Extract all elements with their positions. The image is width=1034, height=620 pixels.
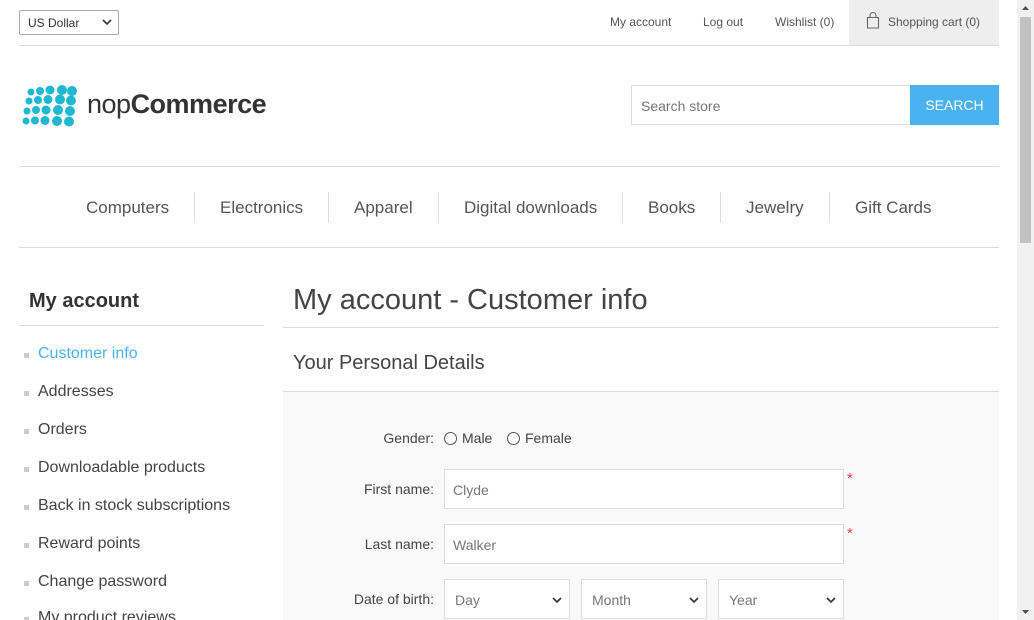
scroll-down-arrow-icon[interactable] — [1017, 603, 1034, 620]
dob-month-select[interactable]: Month — [581, 579, 707, 619]
menu-item-apparel[interactable]: Apparel — [354, 198, 413, 218]
gender-male-radio[interactable] — [444, 432, 457, 445]
sidebar-item-label: Change password — [38, 573, 167, 590]
sidebar-item-label: Orders — [38, 421, 87, 438]
sidebar-item-label: Addresses — [38, 383, 114, 400]
search-button[interactable]: SEARCH — [910, 85, 999, 125]
shopping-cart-link[interactable]: Shopping cart (0) — [849, 0, 999, 45]
bullet-icon — [24, 429, 29, 434]
sidebar-item-label: Downloadable products — [38, 459, 206, 476]
log-out-link[interactable]: Log out — [703, 15, 743, 29]
sidebar-divider — [19, 325, 264, 326]
required-marker: * — [847, 470, 853, 487]
chevron-down-icon — [689, 597, 699, 604]
dob-month-value: Month — [592, 592, 631, 608]
menu-separator — [622, 192, 623, 223]
bullet-icon — [24, 505, 29, 510]
chevron-down-icon — [102, 19, 112, 26]
menu-separator — [438, 192, 439, 223]
bullet-icon — [24, 543, 29, 548]
logo-text-commerce: Commerce — [130, 89, 267, 119]
menu-item-electronics[interactable]: Electronics — [220, 198, 303, 218]
search-input[interactable]: Search store — [631, 85, 911, 125]
section-title: Your Personal Details — [293, 352, 485, 374]
first-name-label: First name: — [363, 481, 434, 497]
bullet-icon — [24, 581, 29, 586]
gender-female-label[interactable]: Female — [525, 430, 572, 446]
vertical-scrollbar[interactable] — [1017, 0, 1034, 620]
dob-year-value: Year — [729, 592, 758, 608]
wishlist-link[interactable]: Wishlist (0) — [775, 15, 834, 29]
sidebar-item-label: My product reviews — [38, 609, 176, 620]
main-menu: Computers Electronics Apparel Digital do… — [19, 166, 999, 248]
page-title: My account - Customer info — [293, 284, 648, 316]
scrollbar-thumb[interactable] — [1020, 17, 1031, 243]
last-name-label: Last name: — [364, 536, 434, 552]
scroll-up-arrow-icon[interactable] — [1017, 0, 1034, 17]
bullet-icon — [24, 467, 29, 472]
gender-label: Gender: — [383, 430, 434, 446]
menu-item-books[interactable]: Books — [648, 198, 695, 218]
chevron-down-icon — [552, 597, 562, 604]
logo-wordmark[interactable]: nopCommerce — [87, 89, 267, 120]
currency-select[interactable]: US Dollar — [19, 10, 119, 35]
bullet-icon — [24, 391, 29, 396]
shopping-cart-label: Shopping cart (0) — [888, 15, 981, 29]
menu-item-jewelry[interactable]: Jewelry — [746, 198, 804, 218]
menu-item-digital-downloads[interactable]: Digital downloads — [464, 198, 597, 218]
menu-item-gift-cards[interactable]: Gift Cards — [855, 198, 932, 218]
gender-female-radio[interactable] — [507, 432, 520, 445]
header-links-bar: US Dollar My account Log out Wishlist (0… — [19, 0, 999, 46]
menu-separator — [829, 192, 830, 223]
dob-year-select[interactable]: Year — [718, 579, 844, 619]
shopping-bag-icon — [866, 12, 880, 29]
menu-separator — [720, 192, 721, 223]
page-title-divider — [283, 327, 999, 328]
chevron-down-icon — [826, 597, 836, 604]
date-of-birth-label: Date of birth: — [353, 591, 434, 607]
currency-value: US Dollar — [28, 16, 80, 30]
required-marker: * — [847, 525, 853, 542]
menu-separator — [328, 192, 329, 223]
gender-male-label[interactable]: Male — [462, 430, 492, 446]
dob-day-value: Day — [455, 592, 480, 608]
sidebar-item-label: Back in stock subscriptions — [38, 497, 231, 514]
sidebar-title: My account — [29, 290, 140, 312]
menu-item-computers[interactable]: Computers — [86, 198, 169, 218]
my-account-link[interactable]: My account — [610, 15, 671, 29]
first-name-field[interactable]: Clyde — [444, 469, 844, 509]
sidebar-item-label: Reward points — [38, 535, 141, 552]
sidebar-item-label: Customer info — [38, 345, 138, 362]
last-name-field[interactable]: Walker — [444, 524, 844, 564]
menu-separator — [194, 192, 195, 223]
bullet-icon — [24, 353, 29, 358]
nopcommerce-logo-icon[interactable] — [22, 85, 80, 128]
dob-day-select[interactable]: Day — [444, 579, 570, 619]
logo-text-nop: nop — [87, 89, 131, 119]
